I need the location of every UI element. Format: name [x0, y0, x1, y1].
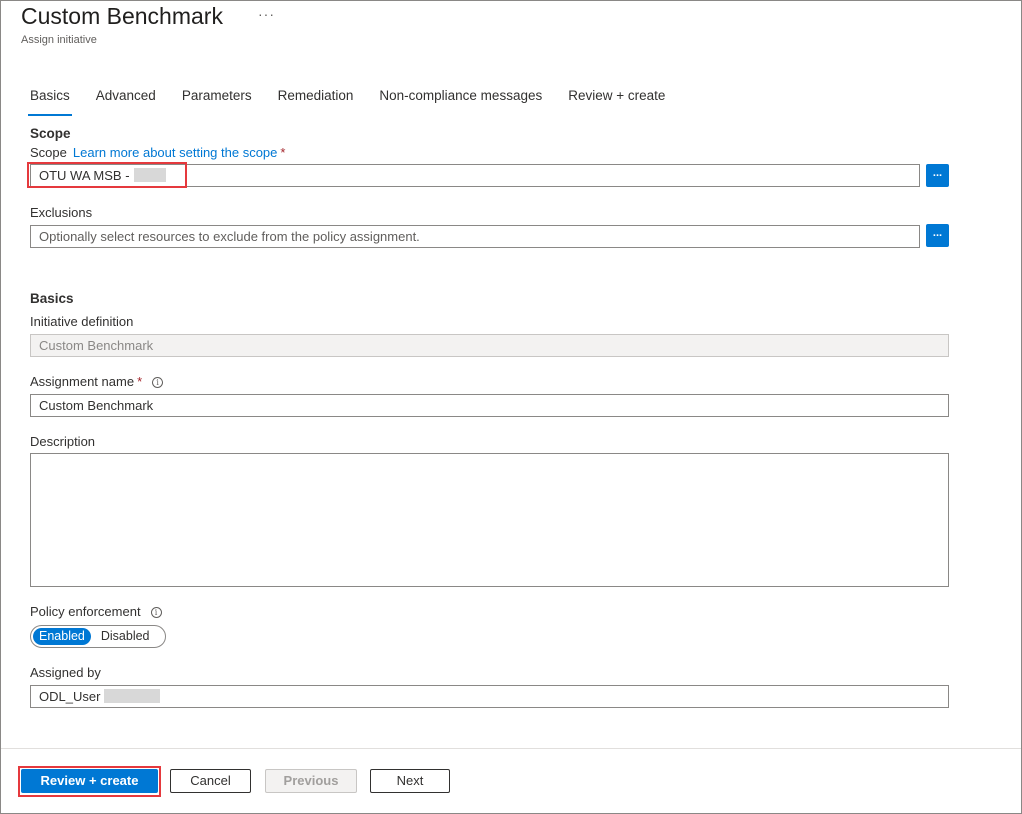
page-subtitle: Assign initiative: [21, 34, 97, 46]
assignment-name-field[interactable]: Custom Benchmark: [30, 394, 949, 417]
previous-button: Previous: [265, 769, 357, 793]
required-asterisk: *: [137, 374, 143, 389]
basics-section-title: Basics: [30, 291, 74, 306]
scope-section-title: Scope: [30, 126, 71, 141]
required-asterisk: *: [280, 145, 286, 160]
assignment-name-label-row: Assignment name * i: [30, 374, 164, 389]
info-icon[interactable]: i: [152, 377, 164, 388]
assigned-by-field[interactable]: ODL_User: [30, 685, 949, 708]
assigned-by-value: ODL_User: [39, 689, 101, 704]
initiative-definition-field: Custom Benchmark: [30, 334, 949, 357]
scope-label: Scope: [30, 145, 67, 160]
tab-non-compliance-messages[interactable]: Non-compliance messages: [379, 86, 542, 116]
tab-basics[interactable]: Basics: [28, 86, 72, 116]
footer-divider: [1, 748, 1021, 749]
exclusions-browse-button[interactable]: ...: [926, 224, 949, 247]
redacted-text: [104, 689, 161, 703]
enforcement-enabled-option[interactable]: Enabled: [33, 628, 91, 645]
tab-review-create[interactable]: Review + create: [568, 86, 665, 116]
exclusions-field[interactable]: Optionally select resources to exclude f…: [30, 225, 920, 248]
policy-enforcement-label: Policy enforcement: [30, 604, 141, 619]
assignment-name-label: Assignment name: [30, 374, 135, 389]
info-icon[interactable]: i: [150, 607, 162, 618]
description-field[interactable]: [30, 453, 949, 587]
scope-learn-more-link[interactable]: Learn more about setting the scope: [73, 145, 278, 160]
scope-browse-button[interactable]: ...: [926, 164, 949, 187]
page-title: Custom Benchmark: [21, 3, 223, 29]
enforcement-disabled-option[interactable]: Disabled: [95, 628, 156, 645]
tab-parameters[interactable]: Parameters: [182, 86, 252, 116]
tab-advanced[interactable]: Advanced: [96, 86, 156, 116]
tab-bar: Basics Advanced Parameters Remediation N…: [28, 86, 691, 116]
description-label: Description: [30, 434, 96, 449]
next-button[interactable]: Next: [370, 769, 450, 793]
cancel-button[interactable]: Cancel: [170, 769, 251, 793]
scope-highlight-box: [27, 162, 187, 188]
policy-enforcement-toggle: Enabled Disabled: [30, 625, 166, 648]
policy-enforcement-label-row: Policy enforcement i: [30, 604, 162, 619]
initiative-definition-label: Initiative definition: [30, 314, 134, 329]
ellipsis-icon[interactable]: ···: [258, 6, 275, 22]
ellipsis-icon: ...: [932, 227, 943, 239]
review-create-button[interactable]: Review + create: [21, 769, 158, 793]
ellipsis-icon: ...: [932, 167, 943, 179]
exclusions-label: Exclusions: [30, 205, 93, 220]
scope-label-row: Scope Learn more about setting the scope *: [30, 145, 285, 160]
assigned-by-label: Assigned by: [30, 665, 101, 680]
tab-remediation[interactable]: Remediation: [278, 86, 354, 116]
